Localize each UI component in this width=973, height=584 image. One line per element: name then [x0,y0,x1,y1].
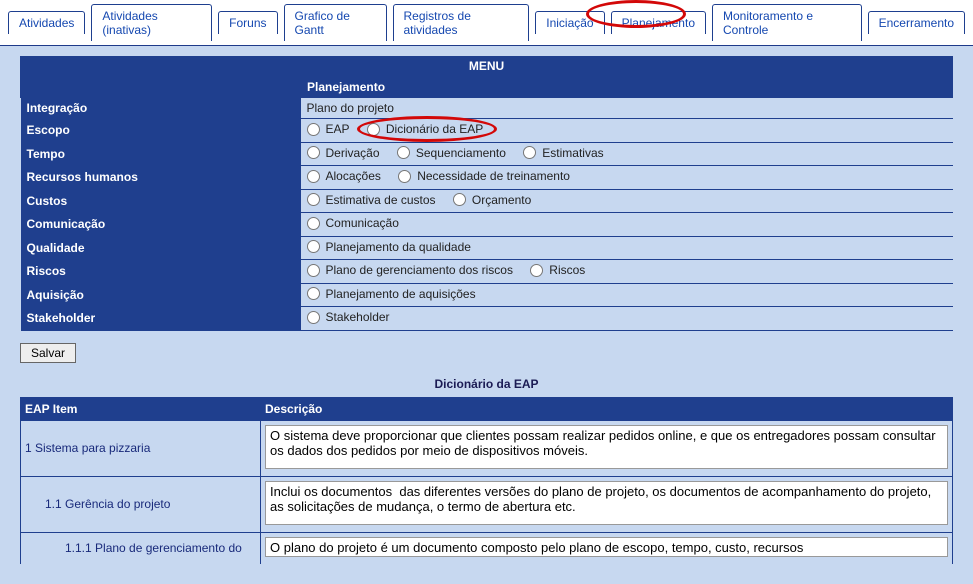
tab-atividades[interactable]: Atividades [8,11,85,34]
label-riscos: Riscos [549,263,585,277]
radio-dicionario-eap[interactable] [367,123,380,136]
tab-atividades-inativas[interactable]: Atividades (inativas) [91,4,212,41]
tab-grafico-gantt[interactable]: Grafico de Gantt [284,4,387,41]
menu-row-qualidade: Qualidade [21,236,301,260]
radio-plan-qualidade[interactable] [307,240,320,253]
radio-derivacao[interactable] [307,146,320,159]
radio-plano-riscos[interactable] [307,264,320,277]
dict-desc-1[interactable] [265,425,948,469]
menu-integracao-value: Plano do projeto [301,98,953,119]
dict-item-1-1: 1.1 Gerência do projeto [21,476,261,532]
menu-row-aquisicao: Aquisição [21,283,301,307]
tab-registros-atividades[interactable]: Registros de atividades [393,4,530,41]
menu-row-custos: Custos [21,189,301,213]
menu-row-rh: Recursos humanos [21,166,301,190]
radio-comunicacao[interactable] [307,217,320,230]
tab-iniciacao[interactable]: Iniciação [535,11,604,34]
menu-row-tempo: Tempo [21,142,301,166]
dict-desc-1-1[interactable] [265,481,948,525]
radio-sequenciamento[interactable] [397,146,410,159]
save-button[interactable]: Salvar [20,343,76,363]
menu-row-escopo: Escopo [21,119,301,143]
dict-desc-1-1-1[interactable] [265,537,948,557]
radio-stakeholder[interactable] [307,311,320,324]
radio-plan-aquisicoes[interactable] [307,287,320,300]
tab-encerramento[interactable]: Encerramento [868,11,965,34]
menu-row-stakeholder: Stakeholder [21,307,301,331]
dict-item-1: 1 Sistema para pizzaria [21,420,261,476]
content-area: MENU Planejamento Integração Plano do pr… [0,46,973,584]
label-alocacoes: Alocações [326,169,381,183]
tab-planejamento[interactable]: Planejamento [611,11,706,34]
label-stakeholder: Stakeholder [326,310,390,324]
radio-treinamento[interactable] [398,170,411,183]
radio-estimativas[interactable] [523,146,536,159]
menu-row-comunicacao: Comunicação [21,213,301,237]
label-eap: EAP [326,122,350,136]
dictionary-table: EAP Item Descrição 1 Sistema para pizzar… [20,397,953,564]
tab-foruns[interactable]: Foruns [218,11,277,34]
menu-header: MENU [20,56,953,76]
label-treinamento: Necessidade de treinamento [417,169,570,183]
dict-col-desc: Descrição [261,397,953,420]
label-plano-riscos: Plano de gerenciamento dos riscos [326,263,513,277]
radio-eap[interactable] [307,123,320,136]
radio-riscos[interactable] [530,264,543,277]
label-plan-aquisicoes: Planejamento de aquisições [326,287,476,301]
radio-estimativa-custos[interactable] [307,193,320,206]
label-estimativas: Estimativas [542,146,603,160]
menu-row-integracao: Integração [21,98,301,119]
label-sequenciamento: Sequenciamento [416,146,506,160]
label-comunicacao: Comunicação [326,216,399,230]
tab-monitoramento[interactable]: Monitoramento e Controle [712,4,862,41]
label-derivacao: Derivação [326,146,380,160]
label-estimativa-custos: Estimativa de custos [326,193,436,207]
label-plan-qualidade: Planejamento da qualidade [326,240,471,254]
label-dicionario-eap: Dicionário da EAP [386,122,483,136]
tabs-row: Atividades Atividades (inativas) Foruns … [0,0,973,46]
label-orcamento: Orçamento [472,193,531,207]
menu-row-riscos: Riscos [21,260,301,284]
dictionary-title: Dicionário da EAP [20,377,953,391]
radio-orcamento[interactable] [453,193,466,206]
dict-item-1-1-1: 1.1.1 Plano de gerenciamento do [21,532,261,564]
dict-col-item: EAP Item [21,397,261,420]
radio-alocacoes[interactable] [307,170,320,183]
menu-table: Planejamento Integração Plano do projeto… [20,76,953,331]
menu-section-title: Planejamento [301,77,953,98]
